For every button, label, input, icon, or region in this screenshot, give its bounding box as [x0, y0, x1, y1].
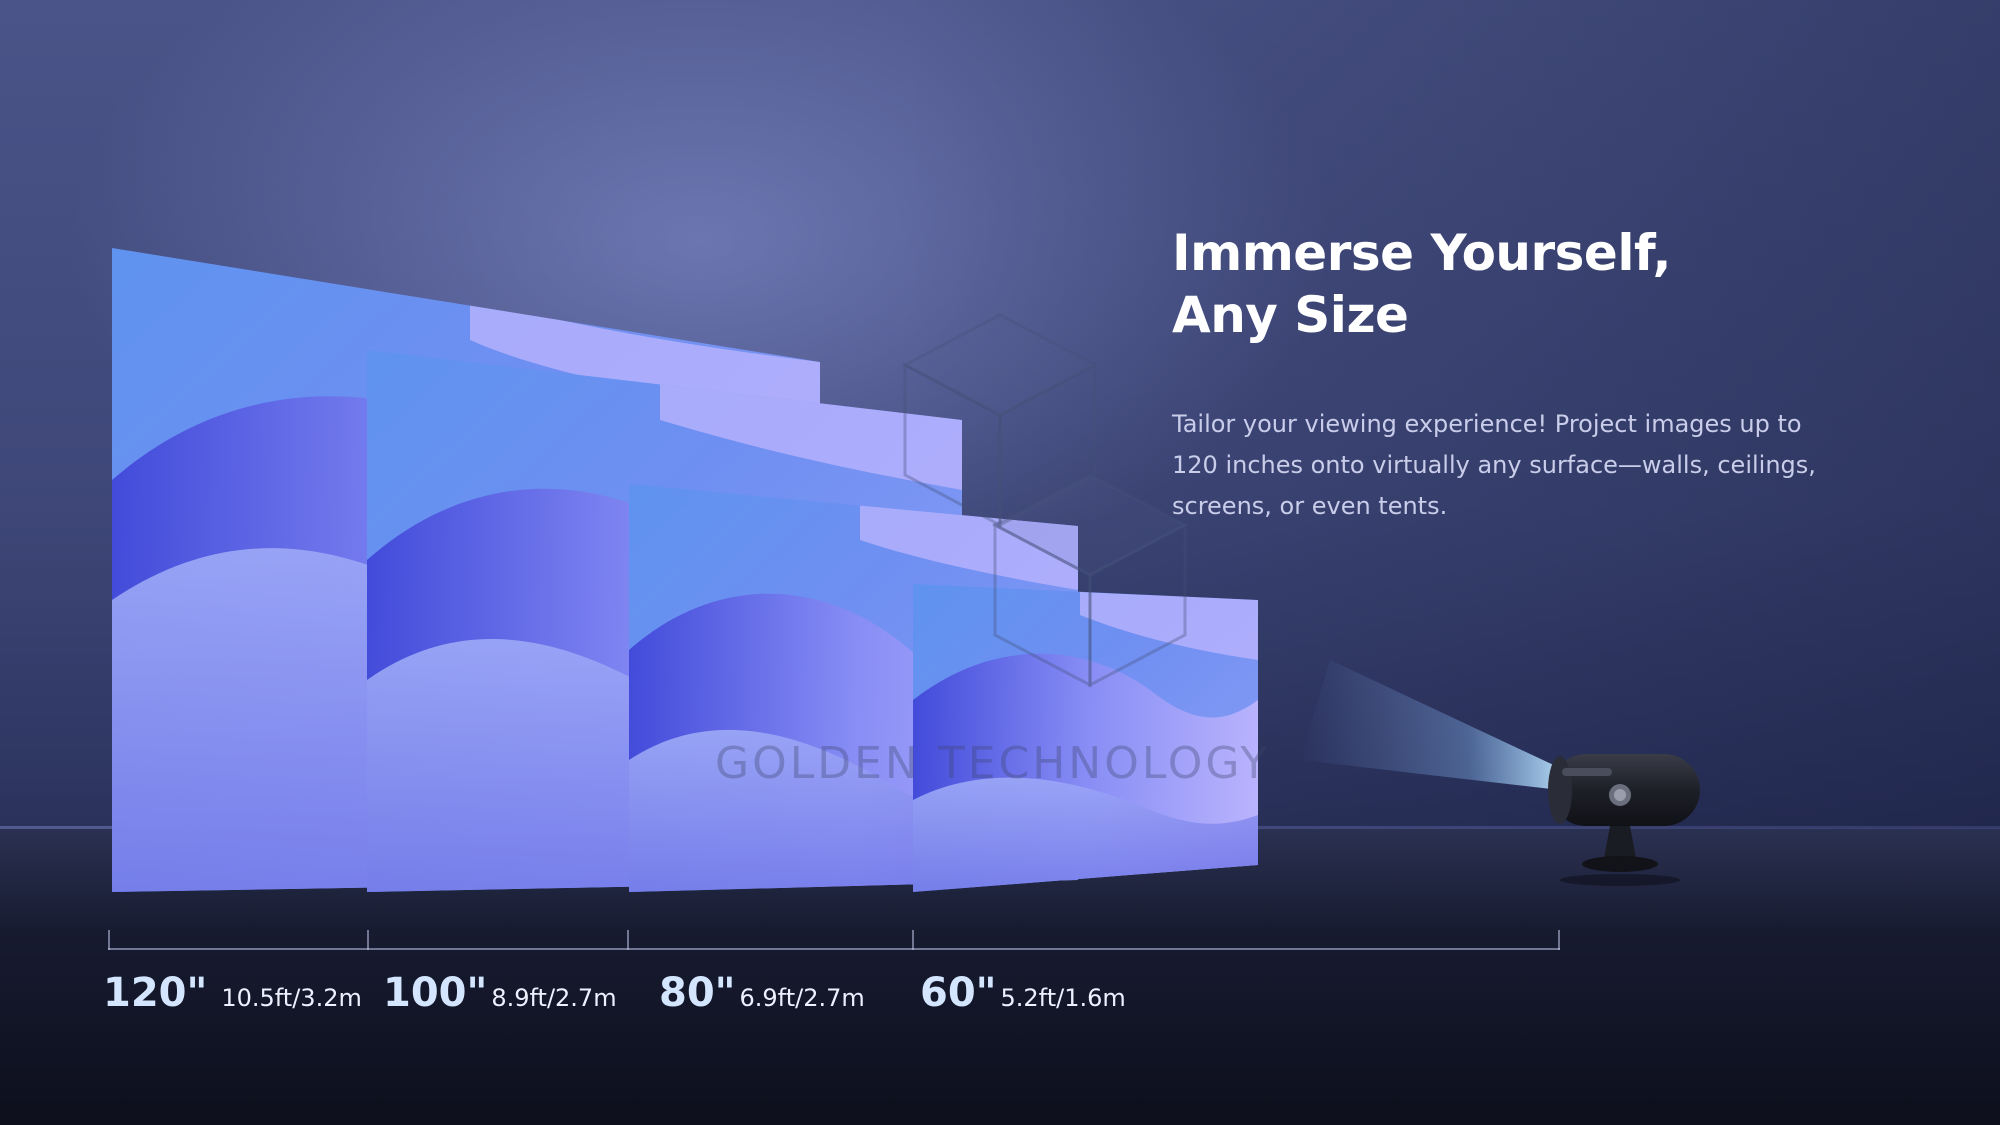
size-value: 80" — [659, 970, 736, 1016]
size-distance: 10.5ft/3.2m — [221, 984, 362, 1012]
hero-banner: GOLDEN TECHNOLOGY Immerse Yourself, Any … — [0, 0, 2000, 1125]
size-label-60: 60" 5.2ft/1.6m — [920, 970, 1126, 1016]
projector-icon — [1548, 754, 1700, 886]
ruler-tick-100 — [367, 930, 369, 950]
size-distance: 5.2ft/1.6m — [1000, 984, 1126, 1012]
size-distance: 8.9ft/2.7m — [491, 984, 617, 1012]
watermark-text: GOLDEN TECHNOLOGY — [715, 738, 1271, 789]
description-text: Tailor your viewing experience! Project … — [1172, 410, 1816, 520]
distance-ruler — [108, 948, 1560, 950]
size-label-80: 80" 6.9ft/2.7m — [659, 970, 865, 1016]
size-value: 120" — [103, 970, 208, 1016]
watermark-cube-logo — [901, 313, 1189, 688]
headline: Immerse Yourself, Any Size — [1172, 222, 1772, 346]
size-value: 60" — [920, 970, 997, 1016]
size-distance: 6.9ft/2.7m — [739, 984, 865, 1012]
headline-line-2: Any Size — [1172, 286, 1409, 344]
headline-line-1: Immerse Yourself, — [1172, 224, 1672, 282]
ruler-tick-60 — [912, 930, 914, 950]
size-value: 100" — [383, 970, 488, 1016]
ruler-tick-80 — [627, 930, 629, 950]
size-label-120: 120" 10.5ft/3.2m — [103, 970, 362, 1016]
ruler-tick-projector — [1558, 930, 1560, 950]
ruler-tick-120 — [108, 930, 110, 950]
size-label-100: 100" 8.9ft/2.7m — [383, 970, 617, 1016]
